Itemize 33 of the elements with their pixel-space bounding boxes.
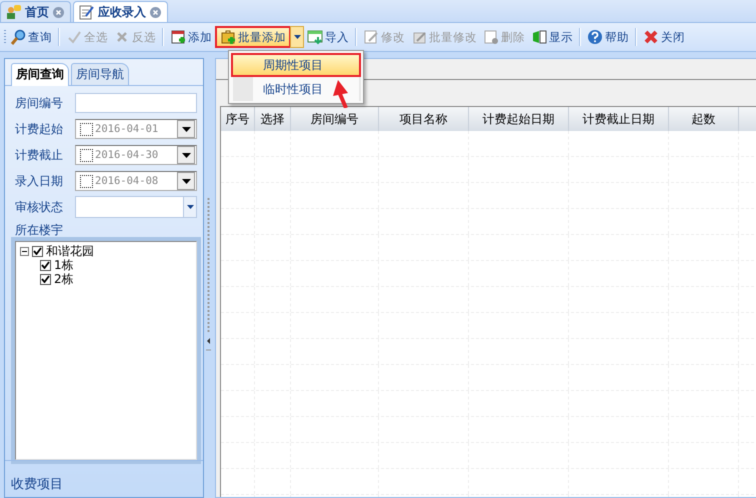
- column-header[interactable]: 序号: [221, 107, 255, 131]
- column-header[interactable]: 起数: [669, 107, 739, 131]
- field-label: 计费截止: [15, 146, 64, 164]
- toolbar-button[interactable]: 关闭: [640, 26, 688, 48]
- section-header[interactable]: 收费项目: [5, 460, 203, 497]
- column-header[interactable]: 计费截止日期: [569, 107, 669, 131]
- column-header[interactable]: 房间编号: [291, 107, 379, 131]
- menu-item[interactable]: 周期性项目: [231, 53, 361, 77]
- column-header[interactable]: 项目名称: [379, 107, 469, 131]
- date-field[interactable]: 2016-04-01: [75, 119, 197, 139]
- tree-node-label[interactable]: 和谐花园: [46, 242, 94, 260]
- document-tab[interactable]: 应收录入: [73, 1, 168, 22]
- toolbar-button[interactable]: 查询: [7, 26, 55, 48]
- field-label: 录入日期: [15, 172, 64, 190]
- column-header[interactable]: 选择: [255, 107, 291, 131]
- field-label: 房间编号: [15, 94, 64, 112]
- toolbar-button[interactable]: 添加: [167, 26, 215, 48]
- panel-tab[interactable]: 房间查询: [11, 63, 69, 86]
- date-field[interactable]: 2016-04-08: [75, 171, 197, 191]
- tree-node-label[interactable]: 1栋: [54, 256, 74, 274]
- toolbar-button[interactable]: 批量添加: [215, 26, 291, 48]
- column-header[interactable]: 计费起始日期: [469, 107, 569, 131]
- field-label: 审核状态: [15, 198, 64, 216]
- toolbar-button[interactable]: 导入: [304, 26, 352, 48]
- menu-item[interactable]: 临时性项目: [231, 77, 361, 101]
- tree-node-label[interactable]: 2栋: [54, 270, 74, 288]
- field-label: 计费起始: [15, 120, 64, 138]
- panel-tab[interactable]: 房间导航: [71, 63, 129, 85]
- document-tab[interactable]: 首页: [0, 1, 71, 22]
- toolbar-button[interactable]: 显示: [528, 26, 576, 48]
- section-label: 所在楼宇: [14, 222, 64, 239]
- date-field[interactable]: 2016-04-30: [75, 145, 197, 165]
- toolbar-button[interactable]: 帮助: [584, 26, 632, 48]
